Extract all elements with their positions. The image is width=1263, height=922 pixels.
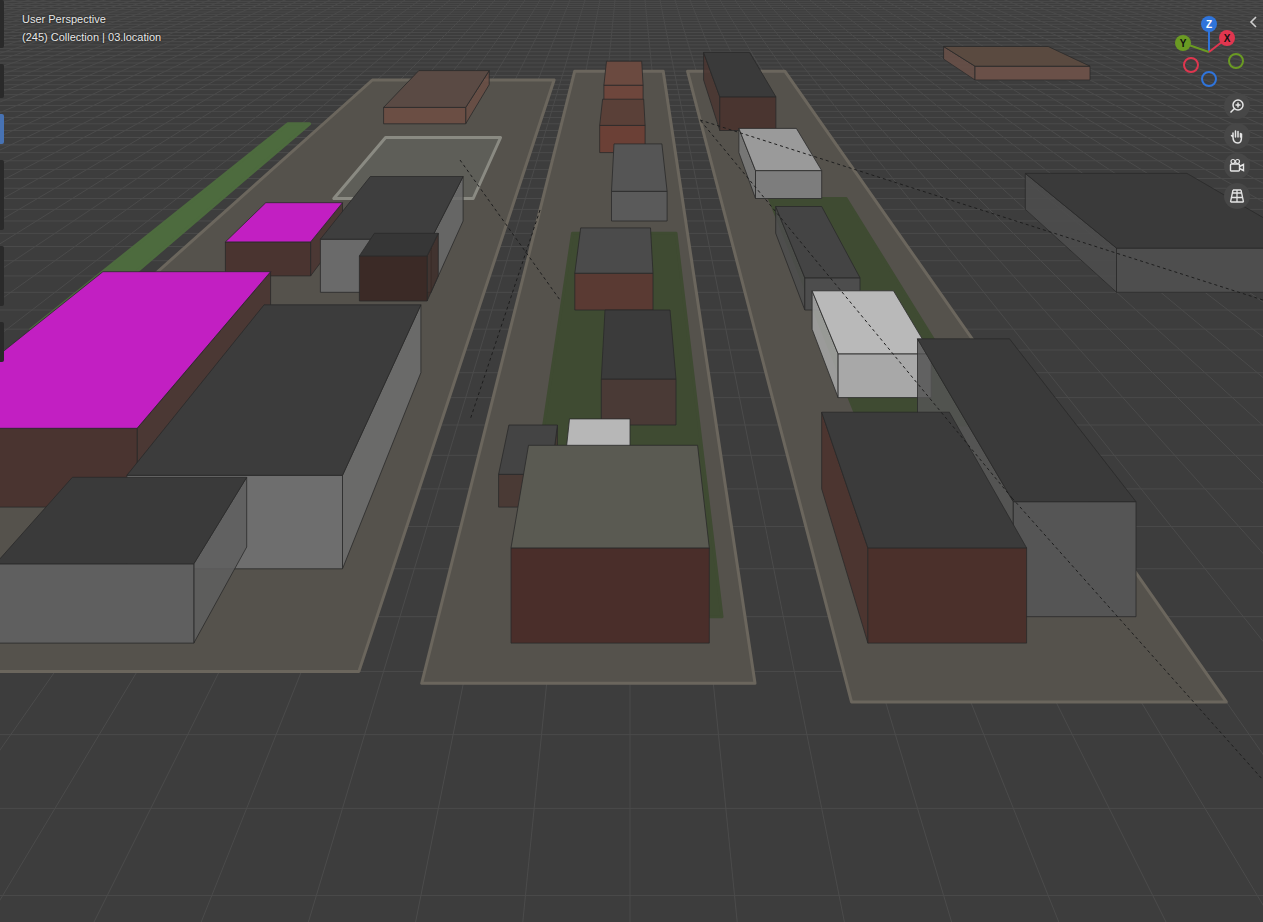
negative-axis-handle[interactable] <box>1184 58 1198 72</box>
building[interactable] <box>601 310 676 425</box>
navigation-buttons <box>1224 93 1250 209</box>
zoom-icon <box>1229 98 1245 114</box>
tool-tab[interactable] <box>0 160 4 230</box>
axis-handle[interactable] <box>1201 16 1217 32</box>
building[interactable] <box>612 144 668 221</box>
building[interactable] <box>511 445 709 643</box>
building[interactable] <box>575 228 653 310</box>
camera-icon <box>1229 158 1245 174</box>
negative-axis-handle[interactable] <box>1202 72 1216 86</box>
scene-canvas[interactable] <box>0 0 1263 922</box>
axis-label: Y <box>1180 38 1187 49</box>
collapse-icon[interactable] <box>1248 15 1260 29</box>
collection-label: (245) Collection | 03.location <box>22 28 161 46</box>
grid-icon <box>1229 188 1245 204</box>
tool-tab[interactable] <box>0 64 4 98</box>
building[interactable] <box>384 71 490 124</box>
building[interactable] <box>1025 173 1263 292</box>
tool-tab[interactable] <box>0 114 4 144</box>
tool-tab[interactable] <box>0 246 4 306</box>
axis-label: Z <box>1206 19 1212 30</box>
axis-handle[interactable] <box>1219 30 1235 46</box>
axis-handle[interactable] <box>1175 35 1191 51</box>
city-block[interactable] <box>688 71 1227 702</box>
camera-button[interactable] <box>1224 153 1250 179</box>
building[interactable] <box>0 477 247 643</box>
floor-grid <box>0 0 1263 922</box>
building[interactable] <box>359 233 438 301</box>
building[interactable] <box>739 128 822 198</box>
hand-icon <box>1229 128 1245 144</box>
negative-axis-handle[interactable] <box>1229 54 1243 68</box>
building[interactable] <box>812 291 931 398</box>
tool-tab[interactable] <box>0 0 4 48</box>
building[interactable] <box>944 47 1090 81</box>
relationship-lines <box>460 120 1263 780</box>
building[interactable] <box>822 412 1027 643</box>
zoom-button[interactable] <box>1224 93 1250 119</box>
viewport-info: User Perspective (245) Collection | 03.l… <box>22 10 161 46</box>
pan-button[interactable] <box>1224 123 1250 149</box>
axis-label: X <box>1224 33 1231 44</box>
axis-gizmo[interactable]: Z Y X <box>1160 0 1260 100</box>
view-mode-label: User Perspective <box>22 10 161 28</box>
building[interactable] <box>704 52 776 130</box>
tool-tab[interactable] <box>0 322 4 362</box>
3d-viewport[interactable]: User Perspective (245) Collection | 03.l… <box>0 0 1263 922</box>
ortho-toggle-button[interactable] <box>1224 183 1250 209</box>
left-toolbar <box>0 0 5 362</box>
